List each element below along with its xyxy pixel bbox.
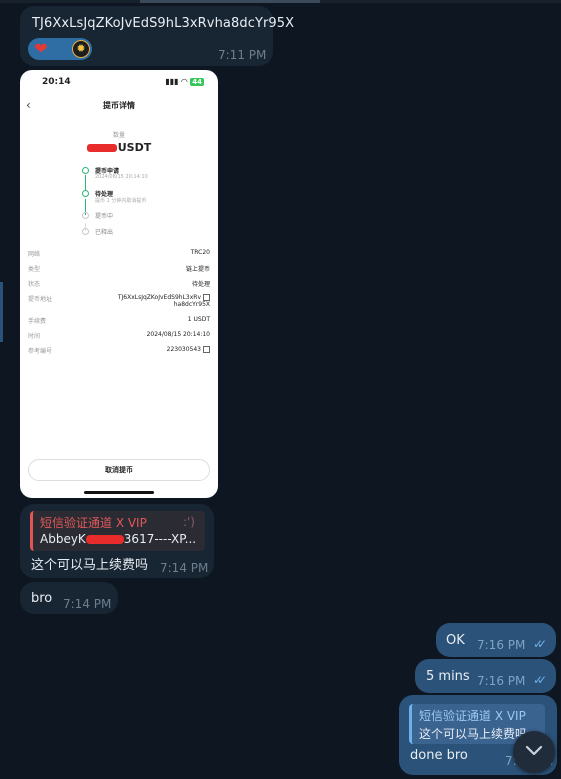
step-label: 提币中: [95, 213, 114, 220]
reply-emoji: :'): [182, 515, 195, 529]
empty-circle-icon: [82, 228, 89, 235]
step-sub: 2024/08/15 20:14:10: [95, 174, 148, 180]
double-check-icon: ✓✓: [533, 637, 547, 651]
message-time: 7:16 PM: [477, 638, 526, 652]
reactor-avatar-icon: ✹: [72, 40, 90, 58]
reply-text-prefix: AbbeyK: [40, 532, 86, 546]
message-time: 7:14 PM: [63, 597, 112, 611]
reply-text-suffix: 3617----XP...: [123, 532, 197, 546]
step-sub: 提币 1 分钟内取消提币: [95, 198, 147, 204]
left-indicator: [0, 282, 3, 342]
reply-text: 这个可以马上续费吗: [419, 727, 528, 741]
chevron-down-icon: [525, 745, 543, 756]
amount-currency: USDT: [117, 141, 152, 154]
detail-key: 参考编号: [28, 348, 53, 355]
detail-value: 2024/08/15 20:14:10: [146, 331, 210, 338]
detail-value: 1 USDT: [187, 316, 210, 323]
reactions-pill[interactable]: ❤ ✹: [28, 38, 92, 60]
cancel-withdraw-button: 取消提币: [28, 459, 210, 481]
phone-nav-bar: ‹ 提币详情: [20, 96, 218, 116]
top-scrollbar[interactable]: [0, 0, 561, 3]
detail-key: 网络: [28, 251, 41, 258]
copy-icon: [203, 346, 210, 353]
quantity-label: 数量: [112, 132, 125, 139]
empty-circle-icon: [82, 212, 89, 219]
message-text: bro: [31, 591, 53, 606]
incoming-message[interactable]: 短信验证通道 X VIP AbbeyK 3617----XP... :') 这个可…: [20, 504, 214, 578]
phone-clock: 20:14: [42, 77, 71, 87]
incoming-message[interactable]: bro 7:14 PM: [20, 582, 118, 614]
message-text: OK: [446, 633, 465, 648]
address-line-2: ha8dcYr95X: [173, 301, 210, 308]
detail-key: 类型: [28, 266, 41, 273]
phone-status-bar: 20:14 ▮▮▮ ◠ 44: [20, 70, 218, 92]
message-text: TJ6XxLsJqZKoJvEdS9hL3xRvha8dcYr95X: [32, 16, 295, 31]
scroll-to-bottom-button[interactable]: [513, 731, 555, 773]
check-circle-icon: [82, 167, 89, 174]
phone-status-icons: ▮▮▮ ◠ 44: [165, 77, 204, 86]
outgoing-message[interactable]: OK 7:16 PM ✓✓: [436, 623, 556, 657]
reference-number: 223030543: [166, 346, 201, 353]
double-check-icon: ✓✓: [533, 673, 547, 687]
message-time: 7:11 PM: [218, 48, 267, 62]
step-label: 已释出: [95, 229, 114, 236]
detail-key: 提币地址: [28, 296, 53, 303]
battery-icon: 44: [190, 78, 204, 86]
address-line-1: TJ6XxLsJqZKoJvEdS9hL3xRv: [117, 294, 201, 301]
detail-row: 提币地址 TJ6XxLsJqZKoJvEdS9hL3xRv ha8dcYr95X: [28, 294, 210, 312]
redaction-mark: [86, 144, 117, 152]
detail-value: 待处理: [191, 281, 210, 288]
message-time: 7:14 PM: [160, 561, 209, 575]
detail-key: 手续费: [28, 318, 47, 325]
scroll-thumb[interactable]: [140, 0, 320, 3]
message-text: 5 mins: [426, 669, 470, 684]
reply-author: 短信验证通道 X VIP: [419, 709, 526, 723]
message-text: done bro: [410, 748, 468, 763]
detail-value: TJ6XxLsJqZKoJvEdS9hL3xRv ha8dcYr95X: [118, 294, 210, 308]
detail-key: 状态: [28, 281, 41, 288]
image-message[interactable]: 20:14 ▮▮▮ ◠ 44 ‹ 提币详情 数量 USDT 提币申请 2024/…: [20, 70, 218, 498]
detail-value: 链上提币: [185, 266, 210, 273]
reply-text: AbbeyK 3617----XP...: [40, 532, 196, 546]
home-indicator: [84, 491, 154, 494]
step-connector: [85, 175, 86, 191]
detail-value: 223030543: [167, 346, 210, 353]
copy-icon: [203, 294, 210, 301]
incoming-message[interactable]: TJ6XxLsJqZKoJvEdS9hL3xRvha8dcYr95X ❤ ✹ 7…: [20, 6, 294, 66]
amount-value: USDT: [20, 141, 218, 154]
message-time: 7:16 PM: [477, 674, 526, 688]
phone-page-title: 提币详情: [103, 101, 135, 110]
detail-value: TRC20: [190, 249, 210, 256]
reply-author: 短信验证通道 X VIP: [40, 516, 147, 530]
detail-key: 时间: [28, 333, 41, 340]
outgoing-message[interactable]: 5 mins 7:16 PM ✓✓: [415, 659, 556, 693]
reply-quote[interactable]: 短信验证通道 X VIP AbbeyK 3617----XP... :'): [30, 511, 205, 551]
check-circle-icon: [82, 190, 89, 197]
redaction-mark: [85, 535, 124, 544]
heart-reaction-icon[interactable]: ❤: [32, 40, 50, 58]
message-text: 这个可以马上续费吗: [31, 558, 149, 573]
